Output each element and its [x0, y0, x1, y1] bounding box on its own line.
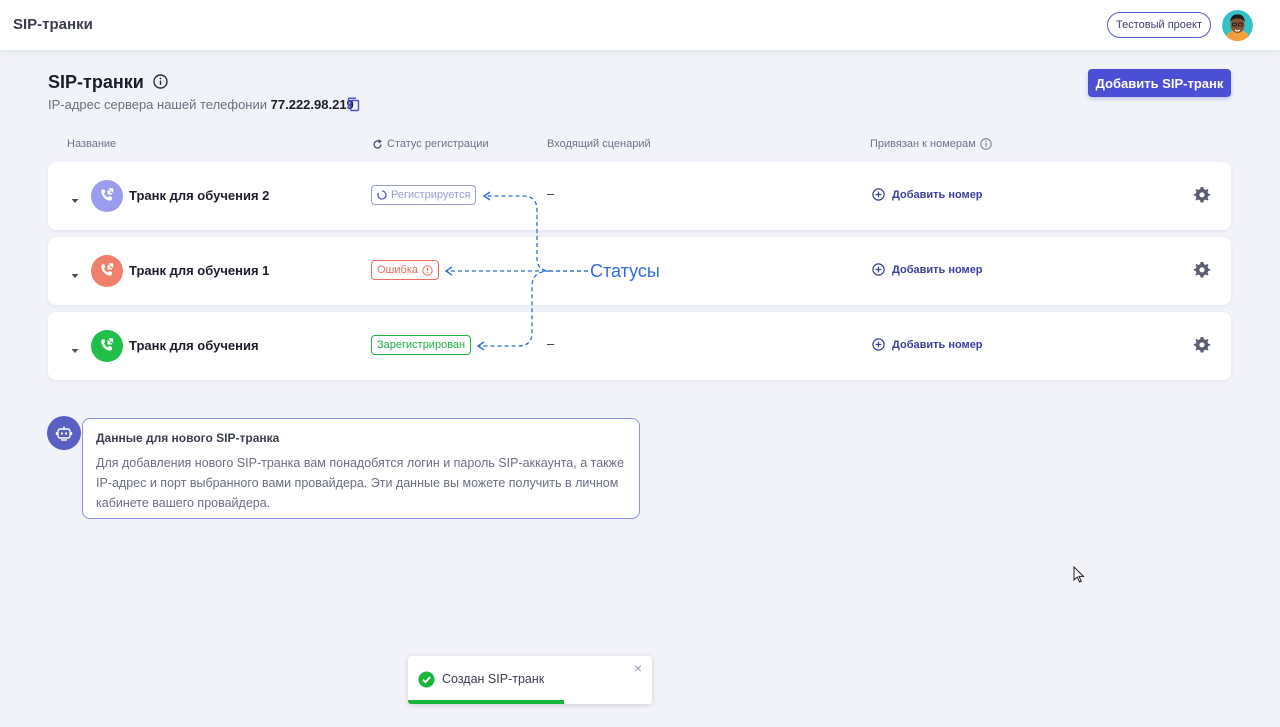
add-number-button[interactable]: Добавить номер: [872, 263, 983, 276]
annotation-label: Статусы: [590, 261, 660, 281]
refresh-icon[interactable]: [372, 138, 383, 150]
toast-progress-track: [408, 700, 652, 704]
new-trunk-hint: Данные для нового SIP-транка Для добавле…: [82, 418, 640, 519]
server-ip-label: IP-адрес сервера нашей телефонии: [48, 97, 268, 112]
add-number-button[interactable]: Добавить номер: [872, 188, 983, 201]
error-info-icon: [422, 264, 433, 276]
plus-circle-icon: [872, 188, 885, 201]
column-header-numbers: Привязан к номерам: [870, 138, 992, 150]
column-header-status-label: Статус регистрации: [387, 138, 489, 150]
column-header-name: Название: [67, 138, 117, 150]
status-label: Регистрируется: [391, 189, 471, 201]
add-number-button[interactable]: Добавить номер: [872, 338, 983, 351]
add-number-label: Добавить номер: [892, 338, 983, 351]
hint-title: Данные для нового SIP-транка: [96, 431, 280, 445]
gear-icon[interactable]: [1193, 336, 1211, 359]
user-avatar[interactable]: [1222, 10, 1253, 41]
copy-icon[interactable]: [347, 97, 360, 117]
expand-chevron-icon[interactable]: [71, 341, 79, 359]
gear-icon[interactable]: [1193, 186, 1211, 209]
loading-spinner-icon: [377, 190, 387, 200]
status-label: Зарегистрирован: [377, 339, 466, 351]
trunk-name[interactable]: Транк для обучения: [129, 338, 259, 353]
hint-text: Для добавления нового SIP-транка вам пон…: [96, 456, 624, 510]
plus-circle-icon: [872, 263, 885, 276]
column-header-numbers-label: Привязан к номерам: [870, 138, 976, 150]
info-icon[interactable]: [153, 74, 168, 94]
page-title: SIP-транки: [48, 72, 144, 92]
add-number-label: Добавить номер: [892, 263, 983, 276]
trunk-row[interactable]: Транк для обучения 2 Регистрируется – До…: [48, 162, 1231, 230]
top-bar: SIP-транки Тестовый проект: [0, 0, 1280, 50]
column-header-status[interactable]: Статус регистрации: [372, 138, 489, 150]
info-icon[interactable]: [979, 138, 992, 150]
gear-icon[interactable]: [1193, 261, 1211, 284]
check-circle-icon: [418, 671, 435, 693]
success-toast: Создан SIP-транк ×: [408, 656, 652, 704]
toast-progress-bar: [408, 700, 565, 704]
trunk-row[interactable]: Транк для обучения Зарегистрирован – Доб…: [48, 312, 1231, 380]
robot-icon: [47, 416, 81, 450]
status-badge: Зарегистрирован: [371, 335, 472, 355]
server-ip-line: IP-адрес сервера нашей телефонии 77.222.…: [48, 97, 354, 112]
trunk-name[interactable]: Транк для обучения 2: [129, 188, 269, 203]
phone-transfer-icon: [91, 180, 123, 212]
phone-transfer-icon: [91, 330, 123, 362]
add-sip-trunk-button[interactable]: Добавить SIP-транк: [1088, 69, 1231, 97]
expand-chevron-icon[interactable]: [71, 191, 79, 209]
toast-message: Создан SIP-транк: [442, 672, 545, 686]
incoming-scenario: –: [547, 336, 555, 351]
column-header-scenario: Входящий сценарий: [547, 138, 651, 150]
status-label: Ошибка: [377, 264, 418, 276]
server-ip-value: 77.222.98.219: [270, 97, 354, 112]
expand-chevron-icon[interactable]: [71, 266, 79, 284]
incoming-scenario: –: [547, 186, 555, 201]
trunk-name[interactable]: Транк для обучения 1: [129, 263, 269, 278]
plus-circle-icon: [872, 338, 885, 351]
status-badge: Ошибка: [371, 260, 439, 280]
add-number-label: Добавить номер: [892, 188, 983, 201]
project-selector-button[interactable]: Тестовый проект: [1107, 12, 1211, 38]
app-title: SIP-транки: [13, 16, 93, 33]
phone-transfer-icon: [91, 255, 123, 287]
mouse-cursor-icon: [1073, 565, 1085, 588]
close-icon[interactable]: ×: [634, 660, 642, 676]
status-badge: Регистрируется: [371, 185, 477, 205]
